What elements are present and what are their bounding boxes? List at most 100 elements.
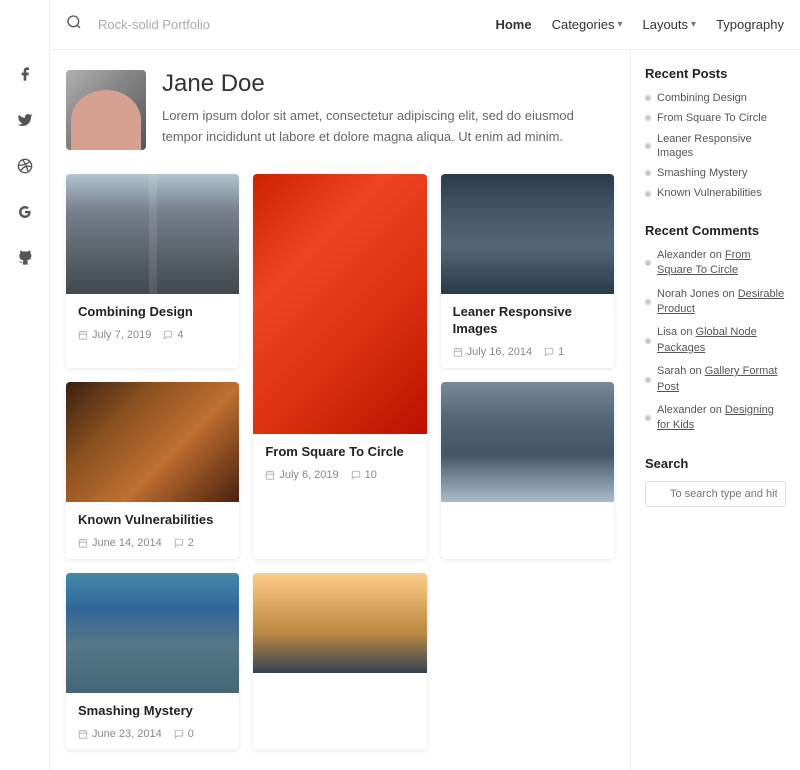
post-comments: 10 <box>351 469 377 481</box>
post-title: Combining Design <box>78 304 227 321</box>
post-date: July 16, 2014 <box>453 346 532 358</box>
bullet-icon <box>645 143 651 149</box>
bullet-icon <box>645 115 651 121</box>
post-image <box>441 174 614 294</box>
nav-categories[interactable]: Categories ▾ <box>552 17 623 32</box>
post-comments: 1 <box>544 346 564 358</box>
post-card-mountain[interactable] <box>441 382 614 559</box>
recent-comments-section: Recent Comments Alexander on From Square… <box>645 223 786 434</box>
comment-link[interactable]: Alexander on From Square To Circle <box>645 248 786 279</box>
search-wrapper <box>645 481 786 507</box>
post-card-smashing-mystery[interactable]: Smashing Mystery June 23, 2014 0 <box>66 573 239 750</box>
post-title: From Square To Circle <box>265 444 414 461</box>
profile-bio: Lorem ipsum dolor sit amet, consectetur … <box>162 106 614 148</box>
comment-icon <box>351 470 361 480</box>
center-content: Jane Doe Lorem ipsum dolor sit amet, con… <box>50 50 630 770</box>
avatar-image <box>66 70 146 150</box>
profile-name: Jane Doe <box>162 70 614 98</box>
post-body: From Square To Circle July 6, 2019 10 <box>253 434 426 491</box>
chevron-down-icon: ▾ <box>617 19 622 30</box>
post-image <box>253 174 426 434</box>
nav-typography[interactable]: Typography <box>716 17 784 32</box>
comment-icon <box>163 330 173 340</box>
recent-posts-title: Recent Posts <box>645 66 786 81</box>
post-body: Leaner Responsive Images July 16, 2014 1 <box>441 294 614 368</box>
sidebar-item[interactable]: From Square To Circle <box>645 111 786 125</box>
post-image <box>253 573 426 673</box>
post-title: Known Vulnerabilities <box>78 512 227 529</box>
recent-comments-title: Recent Comments <box>645 223 786 238</box>
post-meta: July 6, 2019 10 <box>265 469 414 481</box>
post-meta: July 7, 2019 4 <box>78 329 227 341</box>
posts-grid: Combining Design July 7, 2019 4 <box>66 174 614 750</box>
post-image <box>66 573 239 693</box>
comment-item: Sarah on Gallery Format Post <box>645 364 786 395</box>
search-input[interactable] <box>645 481 786 507</box>
post-title: Smashing Mystery <box>78 703 227 720</box>
search-section: Search <box>645 456 786 507</box>
sidebar-item[interactable]: Known Vulnerabilities <box>645 186 786 200</box>
comment-item: Alexander on Designing for Kids <box>645 403 786 434</box>
post-meta: June 14, 2014 2 <box>78 537 227 549</box>
post-date: July 7, 2019 <box>78 329 151 341</box>
bullet-icon <box>645 260 651 266</box>
bullet-icon <box>645 191 651 197</box>
right-sidebar: Recent Posts Combining Design From Squar… <box>630 50 800 770</box>
post-title: Leaner Responsive Images <box>453 304 602 338</box>
post-card-person[interactable] <box>253 573 426 750</box>
post-card-square-circle[interactable]: From Square To Circle July 6, 2019 10 <box>253 174 426 559</box>
calendar-icon <box>78 330 88 340</box>
sidebar-item[interactable]: Smashing Mystery <box>645 166 786 180</box>
post-meta: July 16, 2014 1 <box>453 346 602 358</box>
comment-link[interactable]: Lisa on Global Node Packages <box>645 325 786 356</box>
facebook-icon[interactable] <box>11 60 39 88</box>
bullet-icon <box>645 95 651 101</box>
post-image <box>66 382 239 502</box>
post-body: Known Vulnerabilities June 14, 2014 2 <box>66 502 239 559</box>
post-body <box>441 502 614 522</box>
post-card-leaner-responsive[interactable]: Leaner Responsive Images July 16, 2014 1 <box>441 174 614 368</box>
nav-home[interactable]: Home <box>495 17 531 32</box>
recent-posts-section: Recent Posts Combining Design From Squar… <box>645 66 786 201</box>
github-icon[interactable] <box>11 244 39 272</box>
content-body: Jane Doe Lorem ipsum dolor sit amet, con… <box>50 50 800 770</box>
nav-layouts[interactable]: Layouts ▾ <box>642 17 696 32</box>
chevron-down-icon: ▾ <box>691 19 696 30</box>
post-card-combining-design[interactable]: Combining Design July 7, 2019 4 <box>66 174 239 368</box>
comment-link[interactable]: Alexander on Designing for Kids <box>645 403 786 434</box>
comment-link[interactable]: Norah Jones on Desirable Product <box>645 287 786 318</box>
search-icon[interactable] <box>66 14 82 35</box>
nav-links: Home Categories ▾ Layouts ▾ Typography <box>495 17 784 32</box>
profile-info: Jane Doe Lorem ipsum dolor sit amet, con… <box>162 70 614 148</box>
comment-item: Alexander on From Square To Circle <box>645 248 786 279</box>
comment-link[interactable]: Sarah on Gallery Format Post <box>645 364 786 395</box>
post-image <box>66 174 239 294</box>
page-wrapper: Rock-solid Portfolio Home Categories ▾ L… <box>0 0 800 770</box>
bullet-icon <box>645 338 651 344</box>
sidebar-item[interactable]: Combining Design <box>645 91 786 105</box>
twitter-icon[interactable] <box>11 106 39 134</box>
top-nav: Rock-solid Portfolio Home Categories ▾ L… <box>50 0 800 50</box>
post-comments: 0 <box>174 728 194 740</box>
post-meta: June 23, 2014 0 <box>78 728 227 740</box>
post-card-known-vulnerabilities[interactable]: Known Vulnerabilities June 14, 2014 2 <box>66 382 239 559</box>
post-date: June 23, 2014 <box>78 728 162 740</box>
comment-icon <box>174 538 184 548</box>
bullet-icon <box>645 170 651 176</box>
comment-icon <box>174 729 184 739</box>
left-sidebar <box>0 0 50 770</box>
bullet-icon <box>645 299 651 305</box>
dribbble-icon[interactable] <box>11 152 39 180</box>
google-icon[interactable] <box>11 198 39 226</box>
post-comments: 2 <box>174 537 194 549</box>
bullet-icon <box>645 415 651 421</box>
search-title: Search <box>645 456 786 471</box>
sidebar-item[interactable]: Leaner Responsive Images <box>645 132 786 161</box>
post-image <box>441 382 614 502</box>
calendar-icon <box>453 347 463 357</box>
post-comments: 4 <box>163 329 183 341</box>
comment-item: Norah Jones on Desirable Product <box>645 287 786 318</box>
profile-section: Jane Doe Lorem ipsum dolor sit amet, con… <box>66 70 614 150</box>
calendar-icon <box>78 729 88 739</box>
comment-icon <box>544 347 554 357</box>
